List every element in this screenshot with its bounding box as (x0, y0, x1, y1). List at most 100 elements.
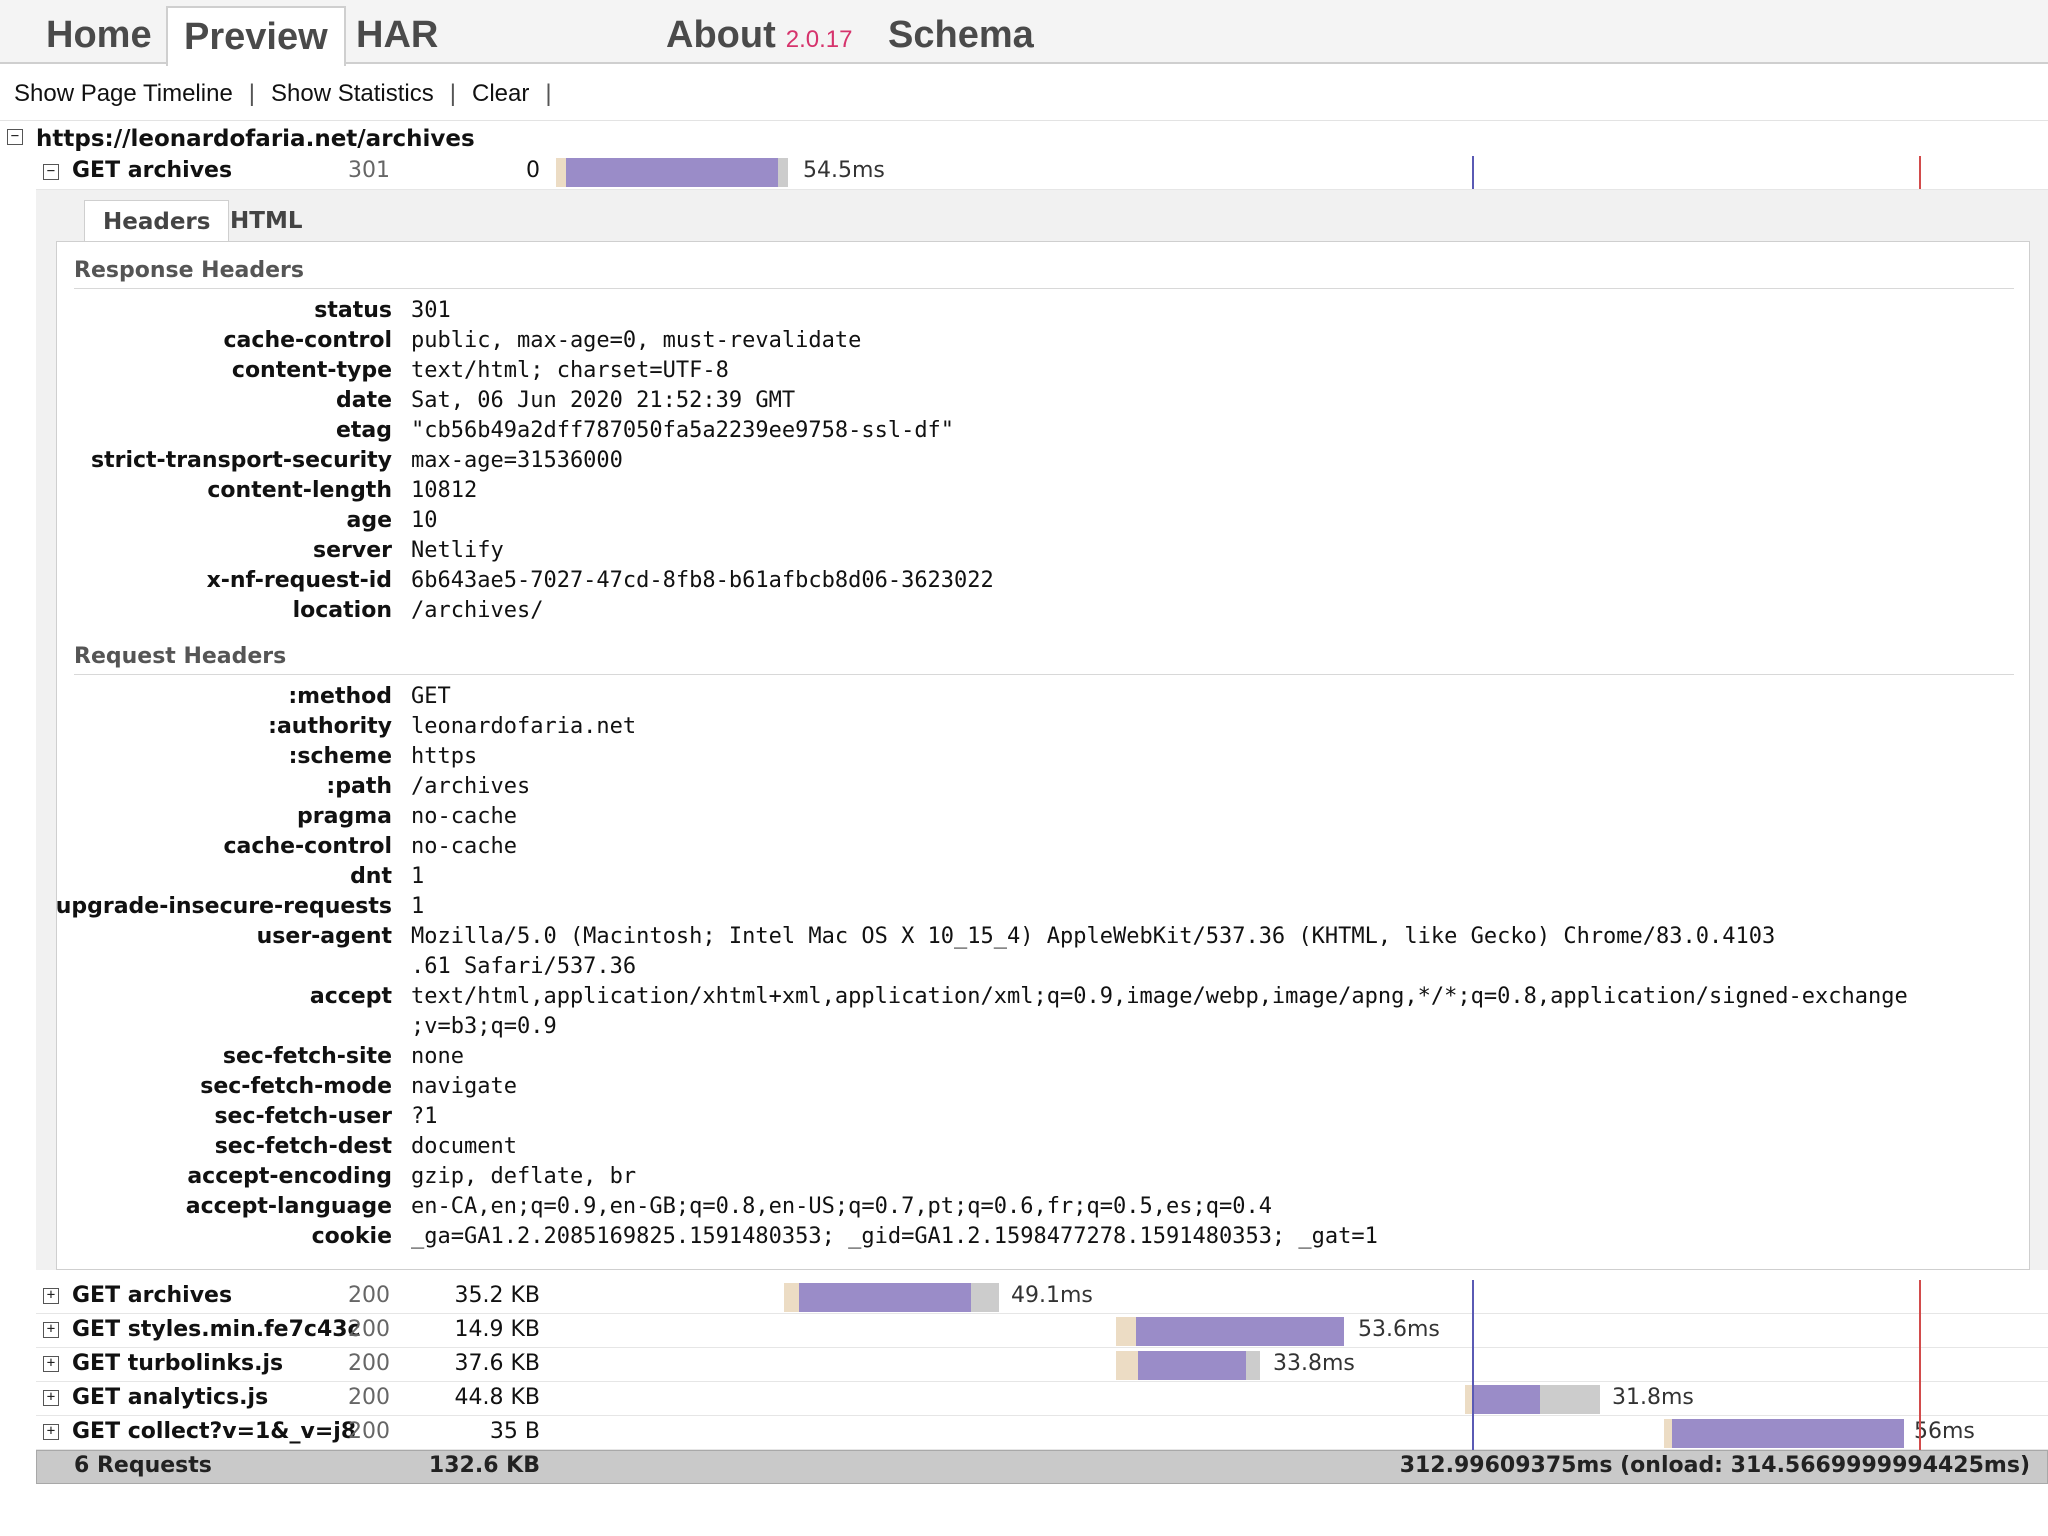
header-value: no-cache (411, 804, 517, 829)
timing-bar-receive (1138, 1351, 1246, 1380)
header-key: dnt (350, 864, 392, 889)
header-value: none (411, 1044, 464, 1069)
header-value: en-CA,en;q=0.9,en-GB;q=0.8,en-US;q=0.7,p… (411, 1194, 1272, 1219)
entry-row[interactable] (36, 1382, 2048, 1416)
expand-entry-toggle-icon[interactable]: + (43, 1390, 59, 1406)
collapse-entry-toggle-icon[interactable]: − (43, 164, 59, 180)
tab-html[interactable]: HTML (212, 200, 320, 240)
expand-entry-toggle-icon[interactable]: + (43, 1322, 59, 1338)
header-value: Sat, 06 Jun 2020 21:52:39 GMT (411, 388, 796, 413)
summary-timing: 312.99609375ms (onload: 314.566999999442… (1399, 1453, 2030, 1478)
header-value: public, max-age=0, must-revalidate (411, 328, 862, 353)
header-value: /archives (411, 774, 531, 799)
header-key: cookie (311, 1224, 392, 1249)
header-key: :method (288, 684, 392, 709)
header-key: accept (309, 984, 392, 1009)
header-key: age (346, 508, 392, 533)
entry-size: 35 B (489, 1419, 540, 1444)
header-value: text/html,application/xhtml+xml,applicat… (411, 984, 1908, 1039)
header-value: Mozilla/5.0 (Macintosh; Intel Mac OS X 1… (411, 924, 1776, 979)
entry-name: GET turbolinks.js (72, 1351, 284, 1376)
header-value: 301 (411, 298, 451, 323)
header-value: GET (411, 684, 451, 709)
response-headers-title: Response Headers (74, 258, 304, 283)
clear-link[interactable]: Clear (472, 80, 529, 107)
nav-about-label: About (666, 14, 776, 56)
header-key: accept-encoding (187, 1164, 392, 1189)
header-value: "cb56b49a2dff787050fa5a2239ee9758-ssl-df… (411, 418, 955, 443)
summary-requests: 6 Requests (74, 1453, 212, 1478)
header-key: content-type (231, 358, 392, 383)
nav-tab-preview[interactable]: Preview (166, 6, 346, 66)
nav-tab-home[interactable]: Home (46, 0, 152, 64)
timing-bar-receive (1672, 1419, 1904, 1448)
header-key: location (292, 598, 392, 623)
entry-time: 54.5ms (803, 158, 885, 183)
entry-size: 44.8 KB (454, 1385, 541, 1410)
entry-status: 200 (348, 1317, 390, 1342)
entry-status: 200 (348, 1419, 390, 1444)
header-value: /archives/ (411, 598, 544, 623)
header-value: leonardofaria.net (411, 714, 637, 739)
section-divider (74, 288, 2014, 289)
header-value: max-age=31536000 (411, 448, 623, 473)
header-value: Netlify (411, 538, 504, 563)
entry-time: 49.1ms (1011, 1283, 1093, 1308)
header-key: sec-fetch-dest (214, 1134, 392, 1159)
header-key: sec-fetch-mode (200, 1074, 392, 1099)
header-key: accept-language (185, 1194, 392, 1219)
entry-row[interactable] (36, 1348, 2048, 1382)
collapse-page-toggle-icon[interactable]: − (7, 129, 23, 145)
divider (0, 120, 2048, 121)
entry-time: 56ms (1914, 1419, 1975, 1444)
header-key: etag (335, 418, 392, 443)
entry-name: GET styles.min.fe7c43c (72, 1317, 361, 1342)
entry-row-expanded[interactable] (36, 156, 2048, 190)
header-value: navigate (411, 1074, 517, 1099)
nav-tab-schema[interactable]: Schema (888, 0, 1034, 64)
header-key: :path (326, 774, 392, 799)
header-value: 6b643ae5-7027-47cd-8fb8-b61afbcb8d06-362… (411, 568, 994, 593)
section-divider (74, 674, 2014, 675)
version-badge: 2.0.17 (785, 26, 853, 53)
dom-content-loaded-line (1472, 1280, 1474, 1450)
timing-bar-wait (1664, 1419, 1672, 1448)
header-value: https (411, 744, 478, 769)
onload-line (1919, 156, 1921, 189)
header-value: no-cache (411, 834, 517, 859)
entry-size: 0 (526, 158, 540, 183)
expand-entry-toggle-icon[interactable]: + (43, 1424, 59, 1440)
show-page-timeline-link[interactable]: Show Page Timeline (14, 80, 233, 107)
tab-headers[interactable]: Headers (84, 200, 230, 243)
expand-entry-toggle-icon[interactable]: + (43, 1288, 59, 1304)
entry-name: GET archives (72, 158, 233, 183)
nav-tab-har[interactable]: HAR (356, 0, 438, 64)
header-key: :authority (268, 714, 392, 739)
timing-bar-wait (1116, 1317, 1136, 1346)
header-value: 10812 (411, 478, 478, 503)
header-value: text/html; charset=UTF-8 (411, 358, 729, 383)
timing-bar-post (778, 158, 788, 187)
entry-name: GET analytics.js (72, 1385, 269, 1410)
header-key: sec-fetch-user (214, 1104, 392, 1129)
show-statistics-link[interactable]: Show Statistics (271, 80, 434, 107)
entry-name: GET collect?v=1&_v=j8 (72, 1419, 357, 1444)
header-key: pragma (297, 804, 392, 829)
summary-size: 132.6 KB (428, 1453, 540, 1478)
header-key: date (335, 388, 392, 413)
header-key: server (313, 538, 392, 563)
header-key: x-nf-request-id (206, 568, 392, 593)
header-value: gzip, deflate, br (411, 1164, 637, 1189)
nav-tab-about[interactable]: About 2.0.17 (666, 0, 852, 64)
entry-status: 200 (348, 1283, 390, 1308)
header-key: sec-fetch-site (222, 1044, 392, 1069)
timing-bar-receive (799, 1283, 971, 1312)
expand-entry-toggle-icon[interactable]: + (43, 1356, 59, 1372)
onload-line (1919, 1280, 1921, 1450)
toolbar-separator: | (449, 80, 456, 107)
request-headers-title: Request Headers (74, 644, 287, 669)
toolbar-separator: | (248, 80, 256, 107)
timing-bar-receive (1136, 1317, 1344, 1346)
timing-bar-post (1540, 1385, 1600, 1414)
entry-time: 53.6ms (1358, 1317, 1440, 1342)
